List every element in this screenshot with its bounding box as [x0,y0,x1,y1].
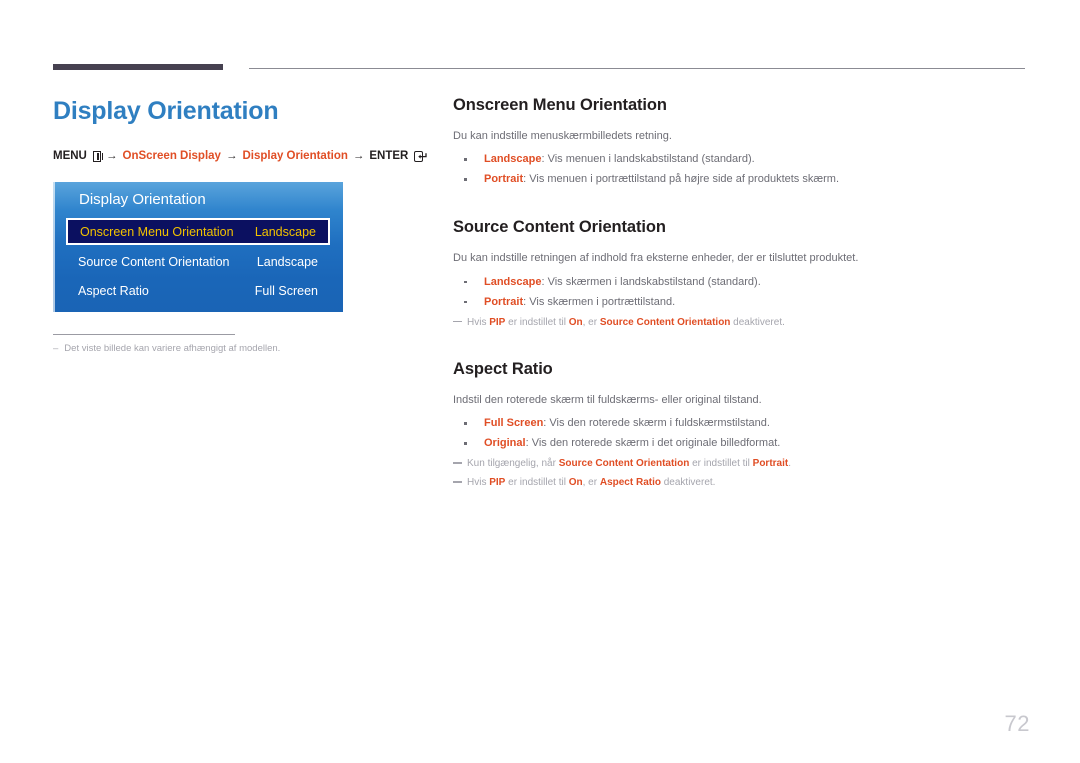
section-intro: Du kan indstille menuskærmbilledets retn… [453,129,672,142]
header-rule-thin [249,68,1025,69]
bullet-term: Portrait [484,173,524,186]
osd-row-value: Landscape [256,254,318,269]
bullet-text: Vis skærmen i portrættilstand. [529,295,676,308]
note-text: deaktiveret. [730,316,785,328]
section-aspect-ratio: Aspect Ratio Indstil den roterede skærm … [453,360,1028,490]
breadcrumb-menu-label: MENU [53,150,87,162]
note-text: , er [582,316,600,328]
osd-menu-mock: Display Orientation Onscreen Menu Orient… [53,182,343,313]
breadcrumb-step-onscreen-display: OnScreen Display [122,150,221,162]
note-text: er indstillet til [505,316,569,328]
bullet-text: Vis menuen i landskabstilstand (standard… [547,153,755,166]
breadcrumb-arrow-3: → [352,150,365,162]
bullet-item: Original: Vis den roterede skærm i det o… [453,435,1028,452]
osd-row-value: Full Screen [254,283,318,298]
note-text: , er [582,477,600,489]
osd-row-value: Landscape [254,224,316,239]
footnote-divider [53,334,235,336]
section-note: Hvis PIP er indstillet til On, er Source… [453,315,1028,330]
left-column: Display Orientation MENU → OnScreen Disp… [53,96,428,355]
breadcrumb-enter-label: ENTER [369,150,409,162]
note-dash: – [53,343,59,355]
bullet-term: Portrait [484,295,524,308]
right-column: Onscreen Menu Orientation Du kan indstil… [453,96,1028,490]
bullet-text: Vis den roterede skærm i det originale b… [531,437,781,450]
note-term: PIP [489,477,506,489]
osd-row-aspect-ratio[interactable]: Aspect Ratio Full Screen [66,278,330,303]
osd-row-source-content-orientation[interactable]: Source Content Orientation Landscape [66,249,330,274]
page-number: 72 [1004,711,1030,736]
note-term: Portrait [752,458,789,470]
manual-page: Display Orientation MENU → OnScreen Disp… [0,0,1080,763]
note-term: Source Content Orientation [558,458,690,470]
osd-row-onscreen-menu-orientation[interactable]: Onscreen Menu Orientation Landscape [66,218,330,246]
section-notes: Hvis PIP er indstillet til On, er Source… [453,315,1028,330]
osd-row-label: Aspect Ratio [78,283,149,298]
section-intro: Du kan indstille retningen af indhold fr… [453,252,859,265]
breadcrumb-step-display-orientation: Display Orientation [242,150,348,162]
enter-key-icon [414,150,428,162]
section-intro: Indstil den roterede skærm til fuldskærm… [453,393,762,406]
section-bullets: Landscape: Vis menuen i landskabstilstan… [453,151,1028,188]
breadcrumb-arrow-1: → [106,150,118,162]
note-term: Aspect Ratio [599,477,661,489]
note-text: Kun tilgængelig, når [467,458,559,470]
note-text: deaktiveret. [660,477,716,489]
section-bullets: Landscape: Vis skærmen i landskabstilsta… [453,274,1028,311]
bullet-term: Original [484,437,526,450]
section-title: Onscreen Menu Orientation [453,96,667,114]
bullet-term: Landscape [484,153,542,166]
section-onscreen-menu-orientation: Onscreen Menu Orientation Du kan indstil… [453,96,1028,188]
bullet-term: Landscape [484,275,542,288]
bullet-text: Vis den roterede skærm i fuldskærmstilst… [549,417,770,430]
note-text: . [788,458,791,470]
header-rule-thick [53,64,223,70]
bullet-term: Full Screen [484,417,544,430]
bullet-text: Vis menuen i portrættilstand på højre si… [529,173,840,186]
page-title: Display Orientation [53,97,279,125]
image-disclaimer-note: – Det viste billede kan variere afhængig… [53,342,423,355]
bullet-item: Portrait: Vis skærmen i portrættilstand. [453,294,1028,311]
bullet-item: Full Screen: Vis den roterede skærm i fu… [453,415,1028,432]
note-term: On [568,316,583,328]
header-rules [53,64,1025,74]
bullet-text: Vis skærmen i landskabstilstand (standar… [547,275,761,288]
section-bullets: Full Screen: Vis den roterede skærm i fu… [453,415,1028,452]
osd-menu-rows: Onscreen Menu Orientation Landscape Sour… [53,218,343,303]
breadcrumb-arrow-2: → [225,150,238,162]
note-text: Hvis [467,316,490,328]
osd-row-label: Source Content Orientation [78,254,230,269]
note-term: Source Content Orientation [599,316,731,328]
note-text: er indstillet til [689,458,753,470]
section-source-content-orientation: Source Content Orientation Du kan indsti… [453,218,1028,329]
osd-menu-title: Display Orientation [79,191,206,209]
note-text: Det viste billede kan variere afhængigt … [64,343,281,355]
section-note: Hvis PIP er indstillet til On, er Aspect… [453,475,1028,490]
menu-grid-icon [92,150,104,162]
note-term: On [568,477,583,489]
note-term: PIP [489,316,506,328]
bullet-item: Portrait: Vis menuen i portrættilstand p… [453,171,1028,188]
section-title: Aspect Ratio [453,359,553,378]
note-text: Hvis [467,477,490,489]
bullet-item: Landscape: Vis menuen i landskabstilstan… [453,151,1028,168]
section-title: Source Content Orientation [453,218,666,237]
breadcrumb: MENU → OnScreen Display → Display Orient… [53,148,428,164]
section-notes: Kun tilgængelig, når Source Content Orie… [453,456,1028,490]
section-note: Kun tilgængelig, når Source Content Orie… [453,456,1028,471]
osd-row-label: Onscreen Menu Orientation [80,224,234,239]
note-text: er indstillet til [505,477,569,489]
bullet-item: Landscape: Vis skærmen i landskabstilsta… [453,274,1028,291]
